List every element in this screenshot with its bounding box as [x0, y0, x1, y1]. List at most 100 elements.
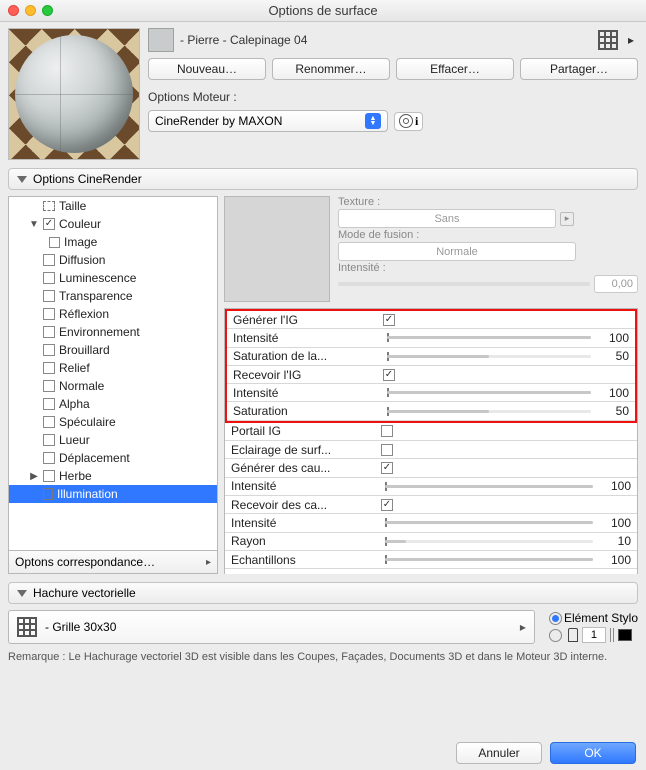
prop-row: Saturation50: [227, 402, 635, 420]
tree-item-transparence[interactable]: Transparence: [9, 287, 217, 305]
texture-preview: [224, 196, 330, 302]
hatch-pattern-name: - Grille 30x30: [45, 620, 116, 634]
intensity-value[interactable]: 0,00: [594, 275, 638, 293]
prop-row: Intensité100: [225, 514, 637, 532]
checkbox-icon[interactable]: [43, 452, 55, 464]
pen-custom-radio[interactable]: 1: [549, 627, 638, 643]
slider[interactable]: [387, 391, 591, 394]
checkbox-icon[interactable]: [43, 398, 55, 410]
share-button[interactable]: Partager…: [520, 58, 638, 80]
slider[interactable]: [387, 336, 591, 339]
engine-label: Options Moteur :: [148, 90, 638, 104]
prop-row: Echantillons100: [225, 551, 637, 569]
checkbox-icon[interactable]: [43, 254, 55, 266]
checkbox-icon[interactable]: [43, 380, 55, 392]
prop-row: Recevoir l'IG: [227, 366, 635, 384]
checkbox-icon[interactable]: [43, 272, 55, 284]
delete-button[interactable]: Effacer…: [396, 58, 514, 80]
tree-item-normale[interactable]: Normale: [9, 377, 217, 395]
tree-item-taille[interactable]: Taille: [9, 197, 217, 215]
checkbox[interactable]: [383, 314, 395, 326]
intensity-slider[interactable]: [338, 282, 590, 286]
checkbox-icon[interactable]: [43, 470, 55, 482]
checkbox[interactable]: [381, 425, 393, 437]
hatch-grid-icon: [17, 617, 37, 637]
preview-eye-icon[interactable]: [399, 114, 413, 128]
info-icon[interactable]: i: [415, 114, 418, 129]
select-caret-icon: ▲▼: [365, 113, 381, 129]
slider[interactable]: [385, 558, 593, 561]
tree-item-couleur[interactable]: ▼Couleur: [9, 215, 217, 233]
tree-item-brouillard[interactable]: Brouillard: [9, 341, 217, 359]
channel-tree[interactable]: Taille▼CouleurImageDiffusionLuminescence…: [8, 196, 218, 551]
checkbox-icon[interactable]: [43, 290, 55, 302]
checkbox[interactable]: [381, 499, 393, 511]
pen-element-radio[interactable]: Elément Stylo: [549, 611, 638, 625]
tree-footer-button[interactable]: Optons correspondance… ▸: [8, 551, 218, 574]
slider[interactable]: [387, 355, 591, 358]
tree-item-illumination[interactable]: Illumination: [9, 485, 217, 503]
checkbox-icon[interactable]: [43, 362, 55, 374]
color-swatch-black[interactable]: [618, 629, 632, 641]
checkbox-icon[interactable]: [43, 344, 55, 356]
size-icon: [43, 201, 55, 211]
checkbox-icon[interactable]: [43, 434, 55, 446]
tree-item-diffusion[interactable]: Diffusion: [9, 251, 217, 269]
texture-browse-icon[interactable]: ▸: [560, 212, 574, 226]
cancel-button[interactable]: Annuler: [456, 742, 542, 764]
titlebar: Options de surface: [0, 0, 646, 22]
checkbox-icon[interactable]: [43, 326, 55, 338]
file-icon: [43, 488, 53, 500]
divider-icon: [610, 628, 614, 642]
hatch-title: Hachure vectorielle: [33, 586, 136, 600]
tree-item-luminescence[interactable]: Luminescence: [9, 269, 217, 287]
slider[interactable]: [385, 540, 593, 543]
material-swatch[interactable]: [148, 28, 174, 52]
slider[interactable]: [385, 521, 593, 524]
hatch-grid-icon[interactable]: [598, 30, 618, 50]
pen-icon: [568, 628, 578, 642]
slider[interactable]: [387, 410, 591, 413]
chevron-right-icon: ▸: [206, 557, 211, 568]
texture-button[interactable]: Sans: [338, 209, 556, 228]
export-arrow-icon[interactable]: ▸: [624, 33, 638, 47]
sphere-icon: [15, 35, 133, 153]
checkbox[interactable]: [381, 444, 393, 456]
prop-row: Intensité100: [227, 384, 635, 402]
tree-item-herbe[interactable]: ▶Herbe: [9, 467, 217, 485]
new-button[interactable]: Nouveau…: [148, 58, 266, 80]
tree-item-environnement[interactable]: Environnement: [9, 323, 217, 341]
disclosure-down-icon: [17, 590, 27, 597]
hatch-section-header[interactable]: Hachure vectorielle: [8, 582, 638, 604]
checkbox-icon[interactable]: [43, 416, 55, 428]
cinerender-title: Options CineRender: [33, 172, 142, 186]
ok-button[interactable]: OK: [550, 742, 636, 764]
tree-item-d-placement[interactable]: Déplacement: [9, 449, 217, 467]
tree-item-relief[interactable]: Relief: [9, 359, 217, 377]
checkbox[interactable]: [383, 369, 395, 381]
tree-item-r-flexion[interactable]: Réflexion: [9, 305, 217, 323]
hatch-pattern-select[interactable]: - Grille 30x30 ▸: [8, 610, 535, 644]
illumination-properties: Générer l'IGIntensité100Saturation de la…: [224, 308, 638, 574]
blendmode-button[interactable]: Normale: [338, 242, 576, 261]
engine-select[interactable]: CineRender by MAXON ▲▼: [148, 110, 388, 132]
prop-row: Intensité100: [227, 329, 635, 347]
prop-row: Rayon10: [225, 533, 637, 551]
tree-footer-label: Optons correspondance…: [15, 555, 155, 569]
checkbox-icon[interactable]: [43, 218, 55, 230]
prop-row: Générer des cau...: [225, 459, 637, 477]
tree-item-sp-culaire[interactable]: Spéculaire: [9, 413, 217, 431]
checkbox-icon[interactable]: [43, 308, 55, 320]
tree-item-image[interactable]: Image: [9, 233, 217, 251]
highlighted-ig-group: Générer l'IGIntensité100Saturation de la…: [225, 309, 637, 423]
slider[interactable]: [385, 485, 593, 488]
rename-button[interactable]: Renommer…: [272, 58, 390, 80]
prop-row: Eclairage de surf...: [225, 441, 637, 459]
tree-item-alpha[interactable]: Alpha: [9, 395, 217, 413]
pen-number-input[interactable]: 1: [582, 627, 606, 643]
tree-item-lueur[interactable]: Lueur: [9, 431, 217, 449]
intensity-label: Intensité :: [338, 262, 638, 274]
checkbox[interactable]: [381, 462, 393, 474]
chevron-right-icon: ▸: [520, 620, 526, 634]
cinerender-section-header[interactable]: Options CineRender: [8, 168, 638, 190]
